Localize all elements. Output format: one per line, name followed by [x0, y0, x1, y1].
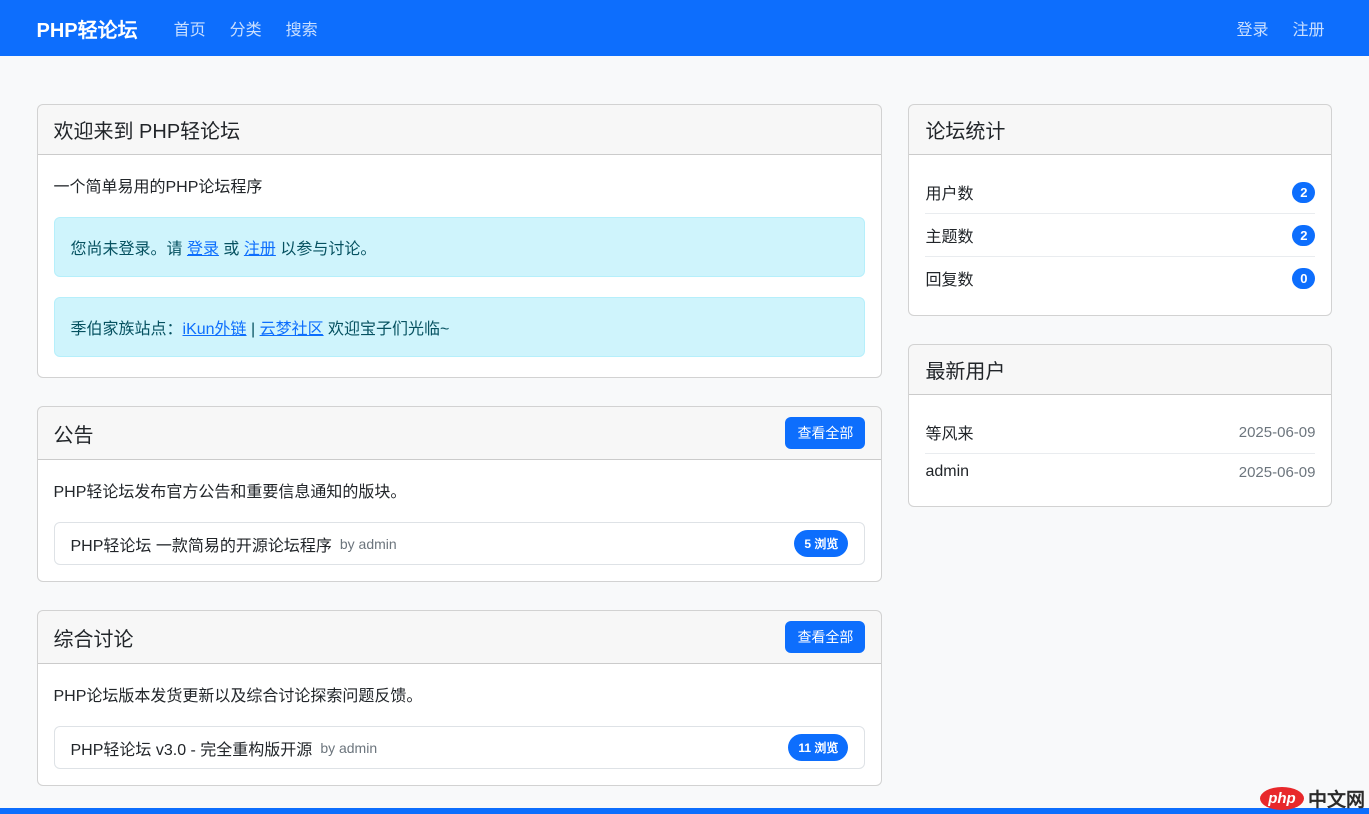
- board-general-body: PHP论坛版本发货更新以及综合讨论探索问题反馈。 PHP轻论坛 v3.0 - 完…: [38, 664, 882, 785]
- welcome-card-body: 一个简单易用的PHP论坛程序 您尚未登录。请 登录 或 注册 以参与讨论。 季伯…: [38, 155, 882, 377]
- alert-register-link[interactable]: 注册: [244, 241, 276, 258]
- navbar-inner: PHP轻论坛 首页 分类 搜索 登录 注册: [25, 0, 1345, 56]
- forum-stats-body: 用户数 2 主题数 2 回复数 0: [909, 155, 1331, 315]
- nav-register-link[interactable]: 注册: [1284, 8, 1332, 48]
- login-alert: 您尚未登录。请 登录 或 注册 以参与讨论。: [54, 217, 866, 277]
- topic-title-link[interactable]: PHP轻论坛 v3.0 - 完全重构版开源: [71, 736, 313, 760]
- main-container: 欢迎来到 PHP轻论坛 一个简单易用的PHP论坛程序 您尚未登录。请 登录 或 …: [25, 104, 1345, 814]
- latest-users-title: 最新用户: [925, 355, 1005, 384]
- top-navbar: PHP轻论坛 首页 分类 搜索 登录 注册: [0, 0, 1369, 56]
- board-card-general: 综合讨论 查看全部 PHP论坛版本发货更新以及综合讨论探索问题反馈。 PHP轻论…: [37, 610, 883, 786]
- main-column: 欢迎来到 PHP轻论坛 一个简单易用的PHP论坛程序 您尚未登录。请 登录 或 …: [37, 104, 895, 814]
- board-general-title: 综合讨论: [54, 623, 134, 652]
- family-alert-text-post: 欢迎宝子们光临~: [324, 321, 450, 338]
- nav-login-link[interactable]: 登录: [1228, 8, 1276, 48]
- stat-topics-count-badge: 2: [1292, 225, 1315, 246]
- latest-user-date: 2025-06-09: [1239, 424, 1316, 441]
- stat-topics-label: 主题数: [925, 223, 973, 247]
- login-alert-text-post: 以参与讨论。: [276, 241, 376, 258]
- stat-row-users: 用户数 2: [925, 171, 1315, 213]
- latest-user-name: 等风来: [925, 420, 973, 444]
- welcome-card-header: 欢迎来到 PHP轻论坛: [38, 105, 882, 155]
- stat-users-count-badge: 2: [1292, 182, 1315, 203]
- nav-categories-link[interactable]: 分类: [222, 8, 270, 48]
- latest-user-date: 2025-06-09: [1239, 464, 1316, 481]
- nav-home-link[interactable]: 首页: [166, 8, 214, 48]
- board-announcements-description: PHP轻论坛发布官方公告和重要信息通知的版块。: [54, 478, 866, 502]
- stat-row-topics: 主题数 2: [925, 213, 1315, 256]
- topic-views-badge: 5 浏览: [794, 530, 848, 557]
- login-alert-text-pre: 您尚未登录。请: [71, 241, 187, 258]
- view-all-announcements-button[interactable]: 查看全部: [785, 417, 865, 449]
- topic-item[interactable]: PHP轻论坛 v3.0 - 完全重构版开源 by admin 11 浏览: [54, 726, 866, 769]
- family-sites-alert: 季伯家族站点：iKun外链 | 云梦社区 欢迎宝子们光临~: [54, 297, 866, 357]
- board-announcements-title: 公告: [54, 419, 94, 448]
- sidebar-column: 论坛统计 用户数 2 主题数 2 回复数 0 最新用户: [894, 104, 1332, 814]
- watermark-text: 中文网: [1308, 785, 1365, 812]
- navbar-right-links: 登录 注册: [1220, 8, 1332, 48]
- family-alert-text-pre: 季伯家族站点：: [71, 321, 183, 338]
- board-card-announcements: 公告 查看全部 PHP轻论坛发布官方公告和重要信息通知的版块。 PHP轻论坛 一…: [37, 406, 883, 582]
- topic-item[interactable]: PHP轻论坛 一款简易的开源论坛程序 by admin 5 浏览: [54, 522, 866, 565]
- forum-stats-card: 论坛统计 用户数 2 主题数 2 回复数 0: [908, 104, 1332, 316]
- nav-search-link[interactable]: 搜索: [278, 8, 326, 48]
- navbar-left-links: 首页 分类 搜索: [158, 8, 326, 48]
- family-alert-separator: |: [247, 321, 260, 338]
- forum-stats-title: 论坛统计: [925, 115, 1005, 144]
- stat-row-replies: 回复数 0: [925, 256, 1315, 299]
- login-alert-text-mid: 或: [219, 241, 244, 258]
- stat-users-label: 用户数: [925, 180, 973, 204]
- brand-link[interactable]: PHP轻论坛: [37, 14, 138, 43]
- board-general-description: PHP论坛版本发货更新以及综合讨论探索问题反馈。: [54, 682, 866, 706]
- topic-author: by admin: [320, 740, 377, 756]
- welcome-card: 欢迎来到 PHP轻论坛 一个简单易用的PHP论坛程序 您尚未登录。请 登录 或 …: [37, 104, 883, 378]
- view-all-general-button[interactable]: 查看全部: [785, 621, 865, 653]
- welcome-subtitle: 一个简单易用的PHP论坛程序: [54, 173, 866, 197]
- stat-replies-count-badge: 0: [1292, 268, 1315, 289]
- alert-login-link[interactable]: 登录: [187, 241, 219, 258]
- footer-strip: [0, 808, 1369, 814]
- php-chinese-net-watermark: php 中文网: [1260, 785, 1365, 812]
- topic-title-link[interactable]: PHP轻论坛 一款简易的开源论坛程序: [71, 532, 332, 556]
- php-logo-icon: php: [1260, 787, 1304, 810]
- welcome-title: 欢迎来到 PHP轻论坛: [54, 115, 241, 144]
- latest-users-body: 等风来 2025-06-09 admin 2025-06-09: [909, 395, 1331, 506]
- topic-views-badge: 11 浏览: [788, 734, 848, 761]
- stat-replies-label: 回复数: [925, 266, 973, 290]
- topic-author: by admin: [340, 536, 397, 552]
- latest-user-row: 等风来 2025-06-09: [925, 411, 1315, 453]
- latest-user-name: admin: [925, 463, 969, 481]
- forum-stats-header: 论坛统计: [909, 105, 1331, 155]
- ikun-link[interactable]: iKun外链: [183, 321, 247, 338]
- board-general-header: 综合讨论 查看全部: [38, 611, 882, 664]
- latest-users-card: 最新用户 等风来 2025-06-09 admin 2025-06-09: [908, 344, 1332, 507]
- latest-user-row: admin 2025-06-09: [925, 453, 1315, 490]
- board-announcements-body: PHP轻论坛发布官方公告和重要信息通知的版块。 PHP轻论坛 一款简易的开源论坛…: [38, 460, 882, 581]
- yunmeng-link[interactable]: 云梦社区: [260, 321, 324, 338]
- latest-users-header: 最新用户: [909, 345, 1331, 395]
- board-announcements-header: 公告 查看全部: [38, 407, 882, 460]
